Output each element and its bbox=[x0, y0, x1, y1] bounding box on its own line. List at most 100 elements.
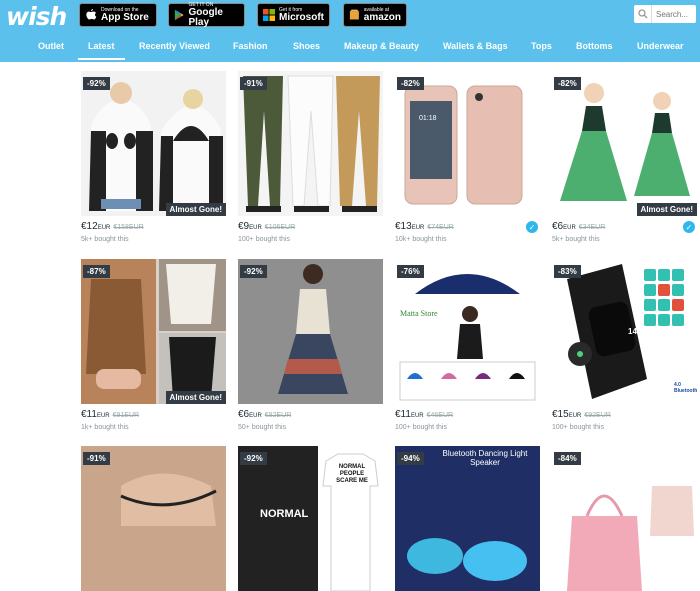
product-card[interactable]: -91% bbox=[81, 446, 226, 591]
shirt-print-text: NORMAL PEOPLE SCARE ME bbox=[336, 464, 368, 485]
cargo-pants-illustration bbox=[238, 71, 383, 216]
microsoft-badge[interactable]: Get it from Microsoft bbox=[257, 3, 330, 27]
umbrella-illustration bbox=[395, 259, 540, 404]
speaker-illustration bbox=[395, 446, 540, 591]
discount-badge: -87% bbox=[83, 265, 110, 278]
product-image-normal-tee[interactable]: -92% NORMAL NORMAL PEOPLE SCARE ME bbox=[238, 446, 383, 591]
anklet-illustration bbox=[81, 446, 226, 591]
product-image-battery-case[interactable]: -82% 01:18 bbox=[395, 71, 540, 216]
fringe-sandals-illustration bbox=[81, 259, 226, 404]
product-card[interactable]: -87% Almost Gone! €11EUR €91EUR 1k+ bough… bbox=[81, 259, 226, 431]
header-bar: wish Download on the App Store GET IT ON G… bbox=[0, 0, 700, 62]
phone-screen-time: 01:18 bbox=[419, 115, 437, 122]
original-price: €92EUR bbox=[584, 412, 611, 419]
price: €6EUR bbox=[552, 221, 576, 232]
category-nav: Outlet Latest Recently Viewed Fashion Sh… bbox=[0, 34, 700, 62]
almost-gone-badge: Almost Gone! bbox=[636, 203, 697, 216]
princess-dress-illustration bbox=[552, 71, 697, 216]
discount-badge: -91% bbox=[240, 77, 267, 90]
price: €15EUR bbox=[552, 409, 582, 420]
original-price: €106EUR bbox=[264, 224, 296, 231]
product-image-fitness-watch[interactable]: -83% 148 4.0 Bluetooth bbox=[552, 259, 697, 404]
price: €12EUR bbox=[81, 221, 111, 232]
bought-count: 5k+ bought this bbox=[552, 236, 600, 243]
original-price: €82EUR bbox=[264, 412, 292, 419]
bought-count: 10k+ bought this bbox=[395, 236, 447, 243]
product-image-umbrella[interactable]: -76% Matta Store bbox=[395, 259, 540, 404]
original-price: €34EUR bbox=[578, 224, 606, 231]
discount-badge: -82% bbox=[397, 77, 424, 90]
price: €13EUR bbox=[395, 221, 425, 232]
app-store-badge[interactable]: Download on the App Store bbox=[79, 3, 157, 27]
product-card[interactable]: -92% €6EUR €82EUR 50+ bought this bbox=[238, 259, 383, 431]
tee-print-text: NORMAL bbox=[260, 508, 309, 520]
amazon-label: amazon bbox=[363, 11, 401, 23]
microsoft-label: Microsoft bbox=[279, 11, 324, 23]
product-image-speaker[interactable]: -94% Bluetooth Dancing Light Speaker bbox=[395, 446, 540, 591]
original-price: €158EUR bbox=[113, 224, 144, 231]
nav-latest[interactable]: Latest bbox=[78, 41, 124, 60]
discount-badge: -76% bbox=[397, 265, 424, 278]
nav-makeup-beauty[interactable]: Makeup & Beauty bbox=[344, 41, 419, 51]
product-image-fringe-sandals[interactable]: -87% Almost Gone! bbox=[81, 259, 226, 404]
nav-wallets-bags[interactable]: Wallets & Bags bbox=[443, 41, 508, 51]
nav-underwear[interactable]: Underwear bbox=[637, 41, 684, 51]
discount-badge: -94% bbox=[397, 452, 424, 465]
bought-count: 5k+ bought this bbox=[81, 236, 129, 243]
product-image-handbag-set[interactable]: -84% bbox=[552, 446, 697, 591]
product-grid: -92% Almost Gone! €12EUR €158EUR 5k+ boug… bbox=[0, 62, 700, 591]
product-card[interactable]: -82% Almost Gone! €6EUR €34EUR 5k+ bought… bbox=[552, 71, 697, 243]
original-price: €46EUR bbox=[426, 412, 454, 419]
bought-count: 100+ bought this bbox=[552, 424, 604, 431]
almost-gone-badge: Almost Gone! bbox=[165, 203, 226, 216]
amazon-badge[interactable]: available at amazon bbox=[343, 3, 407, 27]
product-card[interactable]: -76% Matta Store €11EUR €46EUR 100+ bough… bbox=[395, 259, 540, 431]
search-icon[interactable] bbox=[634, 5, 652, 23]
speaker-title: Bluetooth Dancing Light Speaker bbox=[442, 449, 528, 467]
bought-count: 100+ bought this bbox=[238, 236, 290, 243]
nav-fashion[interactable]: Fashion bbox=[233, 41, 268, 51]
product-card[interactable]: -84% bbox=[552, 446, 697, 591]
search-input[interactable] bbox=[652, 9, 694, 19]
discount-badge: -92% bbox=[240, 452, 267, 465]
discount-badge: -91% bbox=[83, 452, 110, 465]
product-card[interactable]: -92% Almost Gone! €12EUR €158EUR 5k+ boug… bbox=[81, 71, 226, 243]
panda-hoodie-illustration bbox=[81, 71, 226, 216]
handbag-set-illustration bbox=[552, 446, 697, 591]
verified-check-icon: ✓ bbox=[683, 221, 695, 233]
nav-outlet[interactable]: Outlet bbox=[38, 41, 64, 51]
product-card[interactable]: -82% 01:18 €13EUR €74EUR 10k+ bought this… bbox=[395, 71, 540, 243]
product-image-princess-dress[interactable]: -82% Almost Gone! bbox=[552, 71, 697, 216]
discount-badge: -92% bbox=[240, 265, 267, 278]
nav-bottoms[interactable]: Bottoms bbox=[576, 41, 613, 51]
watch-bluetooth: 4.0 Bluetooth bbox=[674, 382, 697, 394]
product-image-cargo-pants[interactable]: -91% bbox=[238, 71, 383, 216]
amazon-box-icon bbox=[349, 9, 359, 20]
google-play-badge[interactable]: GET IT ON Google Play bbox=[168, 2, 245, 28]
nav-shoes[interactable]: Shoes bbox=[293, 41, 320, 51]
product-image-panda-hoodie[interactable]: -92% Almost Gone! bbox=[81, 71, 226, 216]
halter-dress-illustration bbox=[238, 259, 383, 404]
product-card[interactable]: -83% 148 4.0 Bluetooth €15EUR €92EUR 100+… bbox=[552, 259, 697, 431]
bought-count: 1k+ bought this bbox=[81, 424, 129, 431]
original-price: €91EUR bbox=[112, 412, 140, 419]
google-play-label: Google Play bbox=[188, 6, 223, 28]
almost-gone-badge: Almost Gone! bbox=[165, 391, 226, 404]
product-card[interactable]: -94% Bluetooth Dancing Light Speaker bbox=[395, 446, 540, 591]
discount-badge: -84% bbox=[554, 452, 581, 465]
product-image-halter-dress[interactable]: -92% bbox=[238, 259, 383, 404]
battery-case-illustration bbox=[395, 71, 540, 216]
search-box[interactable] bbox=[634, 5, 696, 23]
wish-logo[interactable]: wish bbox=[6, 2, 67, 31]
product-card[interactable]: -92% NORMAL NORMAL PEOPLE SCARE ME bbox=[238, 446, 383, 591]
apple-icon bbox=[86, 9, 97, 20]
product-image-anklet[interactable]: -91% bbox=[81, 446, 226, 591]
price: €9EUR bbox=[238, 221, 262, 232]
original-price: €74EUR bbox=[427, 224, 454, 231]
discount-badge: -83% bbox=[554, 265, 581, 278]
product-card[interactable]: -91% €9EUR €106EUR 100+ bought this bbox=[238, 71, 383, 243]
price: €11EUR bbox=[81, 409, 110, 420]
discount-badge: -92% bbox=[83, 77, 110, 90]
nav-recently-viewed[interactable]: Recently Viewed bbox=[139, 41, 210, 51]
nav-tops[interactable]: Tops bbox=[531, 41, 552, 51]
